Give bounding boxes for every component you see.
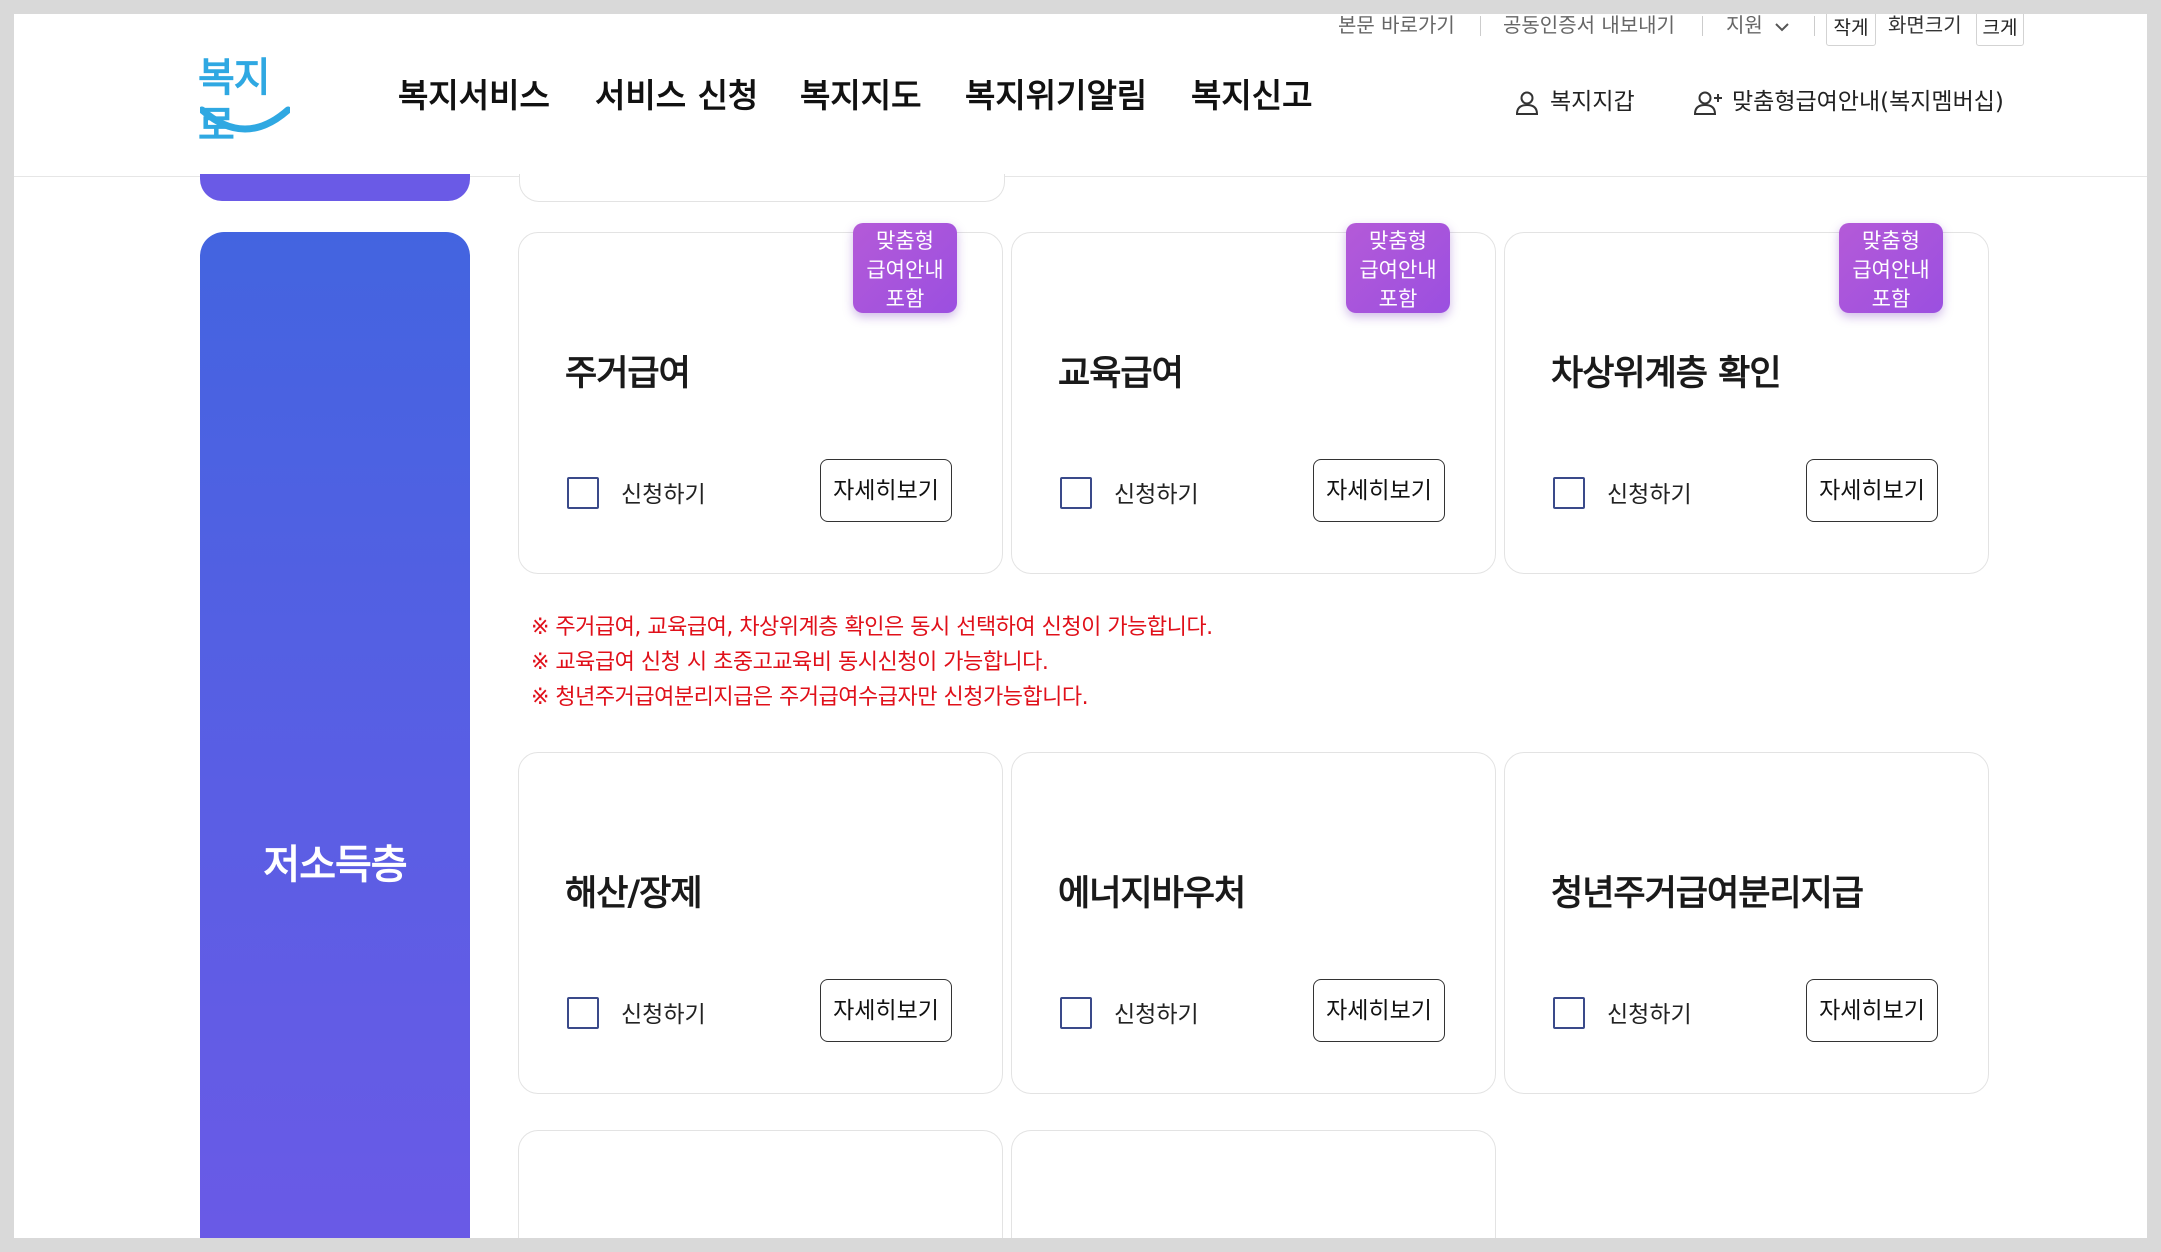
badge-line: 맞춤형 [1369,229,1427,253]
support-label: 지원 [1726,14,1763,37]
service-card: 맞춤형 급여안내 포함 차상위계층 확인 신청하기 자세히보기 [1504,223,1989,574]
detail-button[interactable]: 자세히보기 [1313,459,1445,522]
detail-button[interactable]: 자세히보기 [1313,979,1445,1042]
font-size-label: 화면크기 [1888,14,1962,37]
custom-benefit-badge: 맞춤형 급여안내 포함 [853,223,957,313]
service-card: 맞춤형 급여안내 포함 교육급여 신청하기 자세히보기 [1011,223,1496,574]
smile-icon [200,106,290,133]
detail-button[interactable]: 자세히보기 [820,979,952,1042]
apply-label[interactable]: 신청하기 [1114,475,1199,509]
card-title: 주거급여 [565,354,691,394]
apply-label[interactable]: 신청하기 [621,995,706,1029]
badge-line: 맞춤형 [876,229,934,253]
nav-welfare-report[interactable]: 복지신고 [1191,76,1312,116]
nav-crisis-alert[interactable]: 복지위기알림 [965,76,1147,116]
notice-text: ※ 교육급여 신청 시 초중고교육비 동시신청이 가능합니다. [531,650,1049,675]
apply-label[interactable]: 신청하기 [1607,475,1692,509]
apply-checkbox[interactable] [1060,997,1092,1029]
card-previous [519,174,1005,202]
card-title: 차상위계층 확인 [1551,354,1782,394]
nav-welfare-service[interactable]: 복지서비스 [398,76,550,116]
detail-button[interactable]: 자세히보기 [1806,459,1938,522]
apply-label[interactable]: 신청하기 [1607,995,1692,1029]
service-card: 에너지바우처 신청하기 자세히보기 [1011,752,1496,1094]
add-user-icon [1694,91,1722,115]
support-dropdown[interactable]: 지원 [1726,14,1789,36]
category-low-income: 저소득층 [200,232,470,1238]
card-title: 에너지바우처 [1058,874,1246,914]
service-card: 해산/장제 신청하기 자세히보기 [518,752,1003,1094]
badge-line: 급여안내 [866,258,944,282]
apply-checkbox[interactable] [1060,477,1092,509]
divider [1480,16,1481,36]
font-small-button[interactable]: 작게 [1826,14,1876,46]
service-card-partial [518,1130,1003,1238]
badge-line: 급여안내 [1359,258,1437,282]
notice-text: ※ 주거급여, 교육급여, 차상위계층 확인은 동시 선택하여 신청이 가능합니… [531,615,1213,640]
cert-export-link[interactable]: 공동인증서 내보내기 [1503,14,1675,36]
font-large-button[interactable]: 크게 [1976,14,2024,46]
card-title: 해산/장제 [565,874,703,914]
badge-line: 포함 [1871,287,1911,311]
user-icon [1515,91,1539,115]
category-previous [200,174,470,201]
page: 본문 바로가기 공동인증서 내보내기 지원 작게 화면크기 크게 복지로 복지서… [14,14,2147,1238]
badge-line: 급여안내 [1852,258,1930,282]
apply-checkbox[interactable] [1553,477,1585,509]
custom-benefit-badge: 맞춤형 급여안내 포함 [1839,223,1943,313]
apply-checkbox[interactable] [567,997,599,1029]
notice-text: ※ 청년주거급여분리지급은 주거급여수급자만 신청가능합니다. [531,685,1089,710]
badge-line: 포함 [885,287,925,311]
utility-bar: 본문 바로가기 공동인증서 내보내기 지원 작게 화면크기 크게 [14,14,2147,46]
apply-checkbox[interactable] [567,477,599,509]
detail-button[interactable]: 자세히보기 [820,459,952,522]
divider [1702,16,1703,36]
nav-service-apply[interactable]: 서비스 신청 [595,76,758,116]
chevron-down-icon [1775,22,1789,31]
apply-label[interactable]: 신청하기 [621,475,706,509]
apply-checkbox[interactable] [1553,997,1585,1029]
card-title: 청년주거급여분리지급 [1551,874,1864,914]
nav-welfare-map[interactable]: 복지지도 [800,76,921,116]
detail-button[interactable]: 자세히보기 [1806,979,1938,1042]
custom-benefit-badge: 맞춤형 급여안내 포함 [1346,223,1450,313]
badge-line: 포함 [1378,287,1418,311]
logo[interactable]: 복지로 [198,54,294,149]
service-card: 청년주거급여분리지급 신청하기 자세히보기 [1504,752,1989,1094]
welfare-wallet-label: 복지지갑 [1550,89,1635,115]
skip-to-content-link[interactable]: 본문 바로가기 [1338,14,1455,36]
badge-line: 맞춤형 [1862,229,1920,253]
category-title: 저소득층 [263,842,407,888]
card-title: 교육급여 [1058,354,1184,394]
apply-label[interactable]: 신청하기 [1114,995,1199,1029]
service-card-partial [1011,1130,1496,1238]
divider [1814,16,1815,36]
membership-label: 맞춤형급여안내(복지멤버십) [1732,89,2004,115]
service-card: 맞춤형 급여안내 포함 주거급여 신청하기 자세히보기 [518,223,1003,574]
